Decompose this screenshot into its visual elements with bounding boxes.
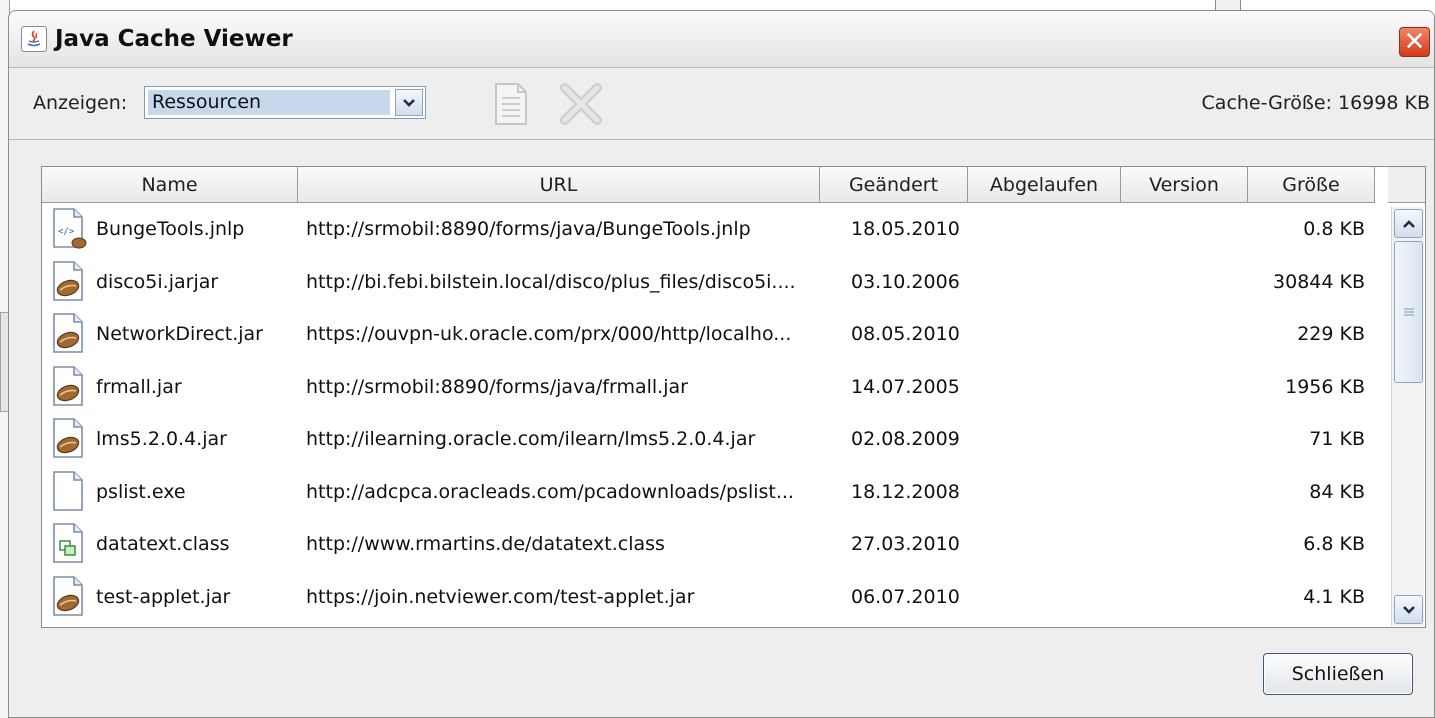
- cell-name: datatext.class: [42, 522, 298, 566]
- class-file-icon: [53, 523, 83, 564]
- cell-modified: 02.08.2009: [851, 428, 960, 451]
- cell-name: pslist.exe: [42, 470, 298, 514]
- cell-size: 30844 KB: [1273, 270, 1365, 293]
- window-close-button[interactable]: ✕: [1399, 27, 1430, 57]
- column-header-expired[interactable]: Abgelaufen: [968, 167, 1121, 203]
- cell-size: 229 KB: [1297, 323, 1365, 346]
- cell-name: lms5.2.0.4.jar: [42, 417, 298, 461]
- cell-modified: 08.05.2010: [851, 323, 960, 346]
- cell-size: 84 KB: [1309, 480, 1365, 503]
- table-header: Name URL Geändert Abgelaufen Version Grö…: [42, 167, 1375, 203]
- column-header-size[interactable]: Größe: [1248, 167, 1375, 203]
- cell-url: https://join.netviewer.com/test-applet.j…: [306, 585, 695, 608]
- cell-name: test-applet.jar: [42, 575, 298, 619]
- window-title: Java Cache Viewer: [55, 26, 293, 52]
- table-row[interactable]: datatext.class http://www.rmartins.de/da…: [42, 518, 1390, 571]
- delete-x-icon[interactable]: [559, 82, 603, 126]
- resource-name: test-applet.jar: [96, 585, 231, 608]
- java-logo-icon: [21, 26, 47, 52]
- jar-file-icon: [53, 418, 83, 459]
- cell-url: http://srmobil:8890/forms/java/BungeTool…: [306, 218, 751, 241]
- jnlp-file-icon: </>: [53, 208, 87, 249]
- close-dialog-button[interactable]: Schließen: [1263, 653, 1413, 695]
- column-header-modified[interactable]: Geändert: [820, 167, 968, 203]
- column-header-url[interactable]: URL: [298, 167, 820, 203]
- cell-size: 71 KB: [1309, 428, 1365, 451]
- jar-file-icon: [53, 313, 83, 354]
- scroll-up-icon[interactable]: [1394, 209, 1423, 238]
- resource-table: Name URL Geändert Abgelaufen Version Grö…: [41, 166, 1426, 628]
- cell-url: http://adcpca.oracleads.com/pcadownloads…: [306, 480, 794, 503]
- cell-size: 1956 KB: [1285, 375, 1365, 398]
- background-window-fragment-top: [1215, 0, 1241, 10]
- java-cache-viewer-window: Java Cache Viewer ✕ Anzeigen: Ressourcen: [8, 10, 1435, 718]
- jar-file-icon: [53, 260, 83, 301]
- cell-name: NetworkDirect.jar: [42, 312, 298, 356]
- table-row[interactable]: </> BungeTools.jnlp http://srmobil:8890/…: [42, 203, 1390, 256]
- cell-url: http://ilearning.oracle.com/ilearn/lms5.…: [306, 428, 756, 451]
- cell-modified: 03.10.2006: [851, 270, 960, 293]
- cell-size: 6.8 KB: [1303, 533, 1365, 556]
- cell-url: https://ouvpn-uk.oracle.com/prx/000/http…: [306, 323, 792, 346]
- blank-file-icon: [53, 470, 83, 511]
- toolbar: Anzeigen: Ressourcen Cache-Größe: 16998 …: [9, 68, 1434, 140]
- cell-modified: 18.12.2008: [851, 480, 960, 503]
- resource-name: NetworkDirect.jar: [96, 323, 263, 346]
- show-type-dropdown[interactable]: Ressourcen: [144, 86, 426, 119]
- column-header-name[interactable]: Name: [42, 167, 298, 203]
- table-row[interactable]: lms5.2.0.4.jar http://ilearning.oracle.c…: [42, 413, 1390, 466]
- scrollbar-thumb[interactable]: [1394, 241, 1423, 383]
- show-label: Anzeigen:: [33, 92, 128, 114]
- cell-modified: 27.03.2010: [851, 533, 960, 556]
- table-body: </> BungeTools.jnlp http://srmobil:8890/…: [42, 203, 1390, 623]
- resource-name: lms5.2.0.4.jar: [96, 428, 227, 451]
- cell-size: 0.8 KB: [1303, 218, 1365, 241]
- scroll-down-icon[interactable]: [1394, 595, 1423, 624]
- table-row[interactable]: NetworkDirect.jar https://ouvpn-uk.oracl…: [42, 308, 1390, 361]
- cell-name: disco5i.jarjar: [42, 260, 298, 304]
- table-row[interactable]: frmall.jar http://srmobil:8890/forms/jav…: [42, 361, 1390, 414]
- show-type-selected-value: Ressourcen: [148, 90, 390, 115]
- cell-size: 4.1 KB: [1303, 585, 1365, 608]
- svg-text:</>: </>: [58, 227, 75, 237]
- cell-modified: 18.05.2010: [851, 218, 960, 241]
- cell-url: http://www.rmartins.de/datatext.class: [306, 533, 665, 556]
- resource-name: BungeTools.jnlp: [96, 218, 245, 241]
- cell-modified: 06.07.2010: [851, 585, 960, 608]
- resource-name: pslist.exe: [96, 480, 186, 503]
- jar-file-icon: [53, 365, 83, 406]
- chevron-down-icon[interactable]: [395, 89, 423, 116]
- title-bar[interactable]: Java Cache Viewer ✕: [9, 11, 1434, 68]
- cell-name: </> BungeTools.jnlp: [42, 207, 298, 251]
- close-icon: ✕: [1403, 27, 1426, 57]
- cell-url: http://srmobil:8890/forms/java/frmall.ja…: [306, 375, 688, 398]
- jar-file-icon: [53, 575, 83, 616]
- properties-document-icon[interactable]: [489, 82, 533, 126]
- resource-name: datatext.class: [96, 533, 230, 556]
- table-row[interactable]: test-applet.jar https://join.netviewer.c…: [42, 571, 1390, 624]
- resource-name: disco5i.jarjar: [96, 270, 219, 293]
- cache-size-text: Cache-Größe: 16998 KB: [1201, 92, 1430, 114]
- table-header-corner: [1388, 167, 1425, 203]
- cell-name: frmall.jar: [42, 365, 298, 409]
- table-row[interactable]: disco5i.jarjar http://bi.febi.bilstein.l…: [42, 256, 1390, 309]
- cell-modified: 14.07.2005: [851, 375, 960, 398]
- column-header-version[interactable]: Version: [1121, 167, 1248, 203]
- vertical-scrollbar[interactable]: [1391, 207, 1424, 626]
- table-row[interactable]: pslist.exe http://adcpca.oracleads.com/p…: [42, 466, 1390, 519]
- cell-url: http://bi.febi.bilstein.local/disco/plus…: [306, 270, 796, 293]
- resource-name: frmall.jar: [96, 375, 182, 398]
